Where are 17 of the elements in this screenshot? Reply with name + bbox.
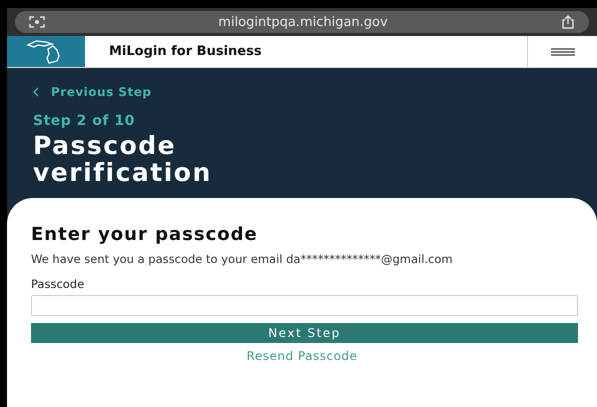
share-icon[interactable] — [561, 15, 575, 29]
passcode-label: Passcode — [31, 277, 86, 291]
step-indicator: Step 2 of 10 — [33, 113, 136, 129]
camera-scan-icon[interactable] — [29, 16, 45, 28]
passcode-sent-message: We have sent you a passcode to your email da**************@gmail.com — [31, 253, 454, 266]
url-text: milogintpqa.michigan.gov — [217, 14, 389, 30]
passcode-field[interactable] — [31, 295, 578, 316]
resend-passcode-link[interactable]: Resend Passcode — [246, 349, 358, 363]
site-title: MiLogin for Business — [108, 43, 263, 61]
address-bar[interactable]: milogintpqa.michigan.gov — [15, 11, 589, 33]
menu-icon — [550, 48, 574, 56]
card-heading: Enter your passcode — [31, 224, 259, 245]
page-title: Passcode verification — [33, 132, 213, 186]
previous-step-link[interactable]: Previous Step — [33, 85, 152, 99]
chevron-left-icon — [33, 87, 39, 97]
michigan-logo[interactable] — [7, 36, 85, 67]
next-step-button[interactable]: Next Step — [31, 323, 578, 343]
